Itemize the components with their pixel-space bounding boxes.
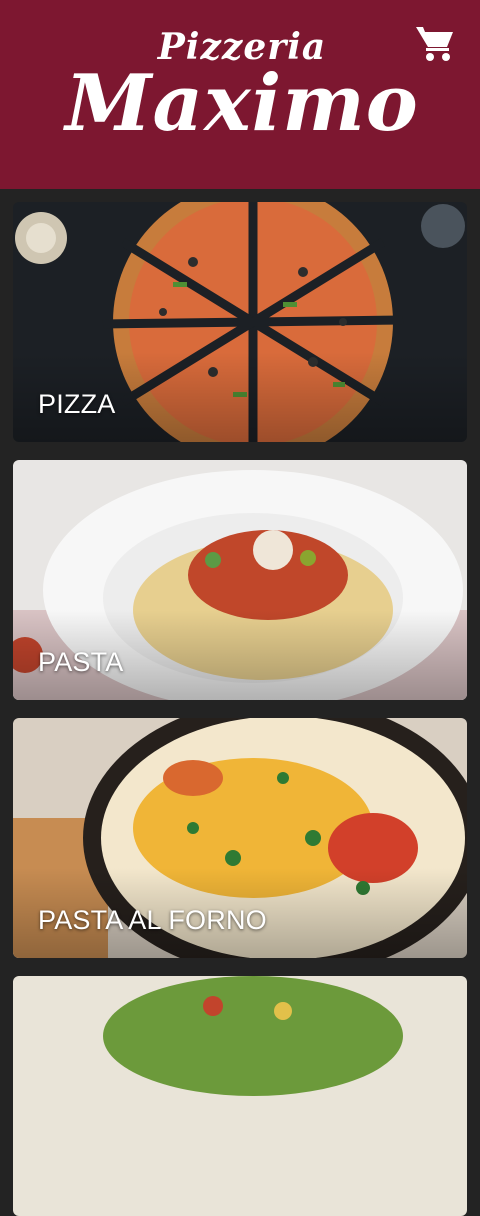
cart-button[interactable] xyxy=(414,24,456,64)
shopping-cart-icon xyxy=(416,27,453,61)
category-label: PASTA AL FORNO xyxy=(38,905,267,935)
category-card-pasta[interactable]: PASTA xyxy=(13,460,467,700)
category-label: PIZZA xyxy=(38,389,116,419)
salad-image xyxy=(13,976,467,1216)
category-card-pizza[interactable]: PIZZA xyxy=(13,202,467,442)
category-label: PASTA xyxy=(38,647,124,677)
category-card-pasta-al-forno[interactable]: PASTA AL FORNO xyxy=(13,718,467,958)
logo: Pizzeria Maximo xyxy=(0,22,480,152)
app-header: Pizzeria Maximo xyxy=(0,0,480,189)
category-card-next[interactable] xyxy=(13,976,467,1216)
logo-title: Maximo xyxy=(65,58,419,149)
